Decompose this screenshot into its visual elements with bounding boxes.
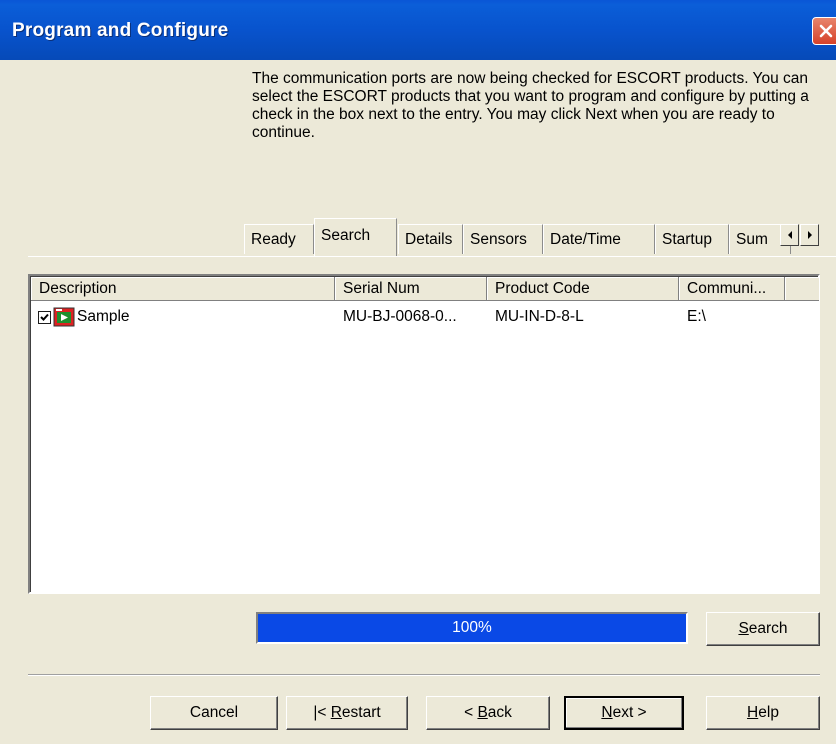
tab-sensors[interactable]: Sensors: [463, 224, 543, 254]
restart-label: estart: [341, 704, 381, 721]
tab-scroll-right-button[interactable]: [800, 224, 819, 246]
window-title: Program and Configure: [12, 20, 229, 41]
titlebar: Program and Configure: [0, 0, 836, 60]
next-button[interactable]: Next >: [564, 696, 684, 730]
instructions-text: The communication ports are now being ch…: [252, 70, 809, 141]
column-header-product-code[interactable]: Product Code: [487, 277, 679, 301]
search-button[interactable]: Search: [706, 612, 820, 646]
close-icon: [819, 24, 833, 38]
search-progress-bar: 100%: [256, 612, 688, 644]
cell-product-code: MU-IN-D-8-L: [495, 308, 584, 325]
wizard-body: The communication ports are now being ch…: [0, 60, 836, 744]
cancel-button[interactable]: Cancel: [150, 696, 278, 730]
device-list[interactable]: Description Serial Num Product Code Comm…: [28, 274, 820, 594]
tab-ready[interactable]: Ready: [244, 224, 314, 254]
cell-communication: E:\: [687, 308, 706, 325]
restart-mnemonic: R: [330, 704, 342, 721]
checkmark-icon: [40, 313, 49, 321]
help-mnemonic: H: [747, 704, 759, 721]
button-separator: [28, 674, 820, 676]
back-label: ack: [487, 704, 512, 721]
cell-serial-num: MU-BJ-0068-0...: [343, 308, 457, 325]
tab-strip: Ready Search Details Sensors Date/Time S…: [244, 216, 836, 256]
help-button[interactable]: Help: [706, 696, 820, 730]
row-checkbox[interactable]: [38, 310, 51, 324]
back-button[interactable]: < Back: [426, 696, 550, 730]
tab-details[interactable]: Details: [398, 224, 463, 254]
back-mnemonic: B: [477, 704, 488, 721]
logger-device-icon: [53, 307, 75, 327]
restart-prefix: |<: [313, 704, 331, 721]
tab-scroll-left-button[interactable]: [780, 224, 799, 246]
cell-description: Sample: [31, 306, 335, 328]
column-header-description[interactable]: Description: [31, 277, 335, 301]
next-mnemonic: N: [601, 704, 613, 721]
list-item[interactable]: Sample MU-BJ-0068-0... MU-IN-D-8-L E:\: [31, 306, 819, 328]
column-header-serial-num[interactable]: Serial Num: [335, 277, 487, 301]
search-mnemonic: S: [738, 620, 749, 637]
progress-label: 100%: [452, 619, 492, 636]
restart-button[interactable]: |< Restart: [286, 696, 408, 730]
next-label: ext >: [612, 704, 647, 721]
back-prefix: <: [464, 704, 478, 721]
arrow-right-icon: [807, 231, 812, 239]
close-button[interactable]: [812, 17, 836, 45]
tab-search[interactable]: Search: [314, 218, 397, 256]
column-header-filler: [785, 277, 819, 301]
arrow-left-icon: [787, 231, 792, 239]
column-header-communication[interactable]: Communi...: [679, 277, 785, 301]
tab-date-time[interactable]: Date/Time: [543, 224, 655, 254]
help-label: elp: [758, 704, 779, 721]
row-description: Sample: [77, 308, 130, 325]
tab-panel-border: [28, 256, 836, 257]
search-button-label: earch: [748, 620, 788, 637]
list-header: Description Serial Num Product Code Comm…: [31, 277, 819, 301]
tab-startup[interactable]: Startup: [655, 224, 729, 254]
